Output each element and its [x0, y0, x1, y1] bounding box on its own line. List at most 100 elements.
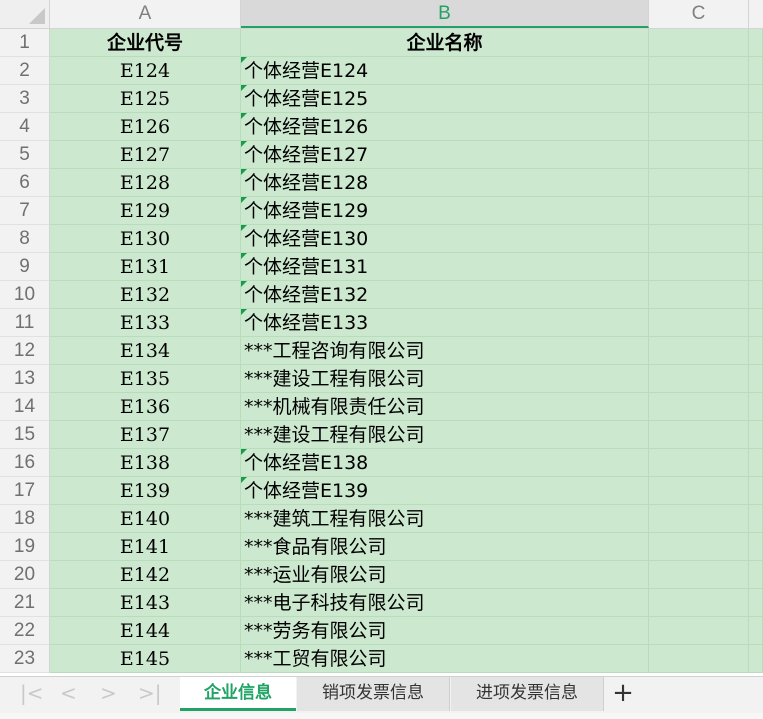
cell-empty[interactable] [749, 309, 763, 337]
cell-company-name[interactable]: 个体经营E130 [241, 225, 649, 253]
cell-empty[interactable] [649, 309, 749, 337]
cell-header-company-name[interactable]: 企业名称 [241, 29, 649, 57]
cell-company-code[interactable]: E145 [50, 645, 241, 673]
row-header[interactable]: 11 [0, 309, 50, 337]
cell-empty[interactable] [649, 57, 749, 85]
cell-company-name[interactable]: ***机械有限责任公司 [241, 393, 649, 421]
cell-company-code[interactable]: E131 [50, 253, 241, 281]
cell-company-name[interactable]: 个体经营E132 [241, 281, 649, 309]
cell-empty[interactable] [649, 449, 749, 477]
cell-empty[interactable] [749, 617, 763, 645]
cell-company-name[interactable]: ***劳务有限公司 [241, 617, 649, 645]
row-header[interactable]: 6 [0, 169, 50, 197]
cell-empty[interactable] [649, 141, 749, 169]
row-header[interactable]: 1 [0, 29, 50, 57]
cell-company-name[interactable]: ***运业有限公司 [241, 561, 649, 589]
row-header[interactable]: 21 [0, 589, 50, 617]
cell-company-code[interactable]: E141 [50, 533, 241, 561]
cell-company-code[interactable]: E136 [50, 393, 241, 421]
column-header-c[interactable]: C [649, 0, 749, 28]
cell-company-code[interactable]: E138 [50, 449, 241, 477]
row-header[interactable]: 5 [0, 141, 50, 169]
cell-empty[interactable] [649, 505, 749, 533]
row-header[interactable]: 22 [0, 617, 50, 645]
cell-empty[interactable] [749, 253, 763, 281]
cell-company-code[interactable]: E139 [50, 477, 241, 505]
cell-company-code[interactable]: E130 [50, 225, 241, 253]
row-header[interactable]: 14 [0, 393, 50, 421]
cell-company-code[interactable]: E126 [50, 113, 241, 141]
row-header[interactable]: 7 [0, 197, 50, 225]
cell-company-name[interactable]: 个体经营E125 [241, 85, 649, 113]
cell-company-name[interactable]: 个体经营E133 [241, 309, 649, 337]
row-header[interactable]: 18 [0, 505, 50, 533]
cell-empty[interactable] [749, 365, 763, 393]
cell-empty[interactable] [749, 589, 763, 617]
row-header[interactable]: 8 [0, 225, 50, 253]
next-sheet-icon[interactable]: > [100, 677, 117, 711]
cell-company-name[interactable]: ***建筑工程有限公司 [241, 505, 649, 533]
cell-empty[interactable] [749, 421, 763, 449]
row-header[interactable]: 2 [0, 57, 50, 85]
cell-empty[interactable] [649, 617, 749, 645]
cell-company-code[interactable]: E125 [50, 85, 241, 113]
cell-company-name[interactable]: ***电子科技有限公司 [241, 589, 649, 617]
cell-empty[interactable] [749, 533, 763, 561]
cell-empty[interactable] [749, 113, 763, 141]
cell-company-name[interactable]: ***建设工程有限公司 [241, 365, 649, 393]
sheet-tab-purchase-invoices[interactable]: 进项发票信息 [451, 677, 604, 711]
column-header-b[interactable]: B [241, 0, 649, 28]
cell-company-name[interactable]: ***工贸有限公司 [241, 645, 649, 673]
cell-company-name[interactable]: 个体经营E129 [241, 197, 649, 225]
cell-empty[interactable] [649, 421, 749, 449]
cell-empty[interactable] [649, 253, 749, 281]
cell-company-name[interactable]: 个体经营E128 [241, 169, 649, 197]
cell-empty[interactable] [649, 589, 749, 617]
cell-company-code[interactable]: E143 [50, 589, 241, 617]
cell-empty[interactable] [749, 505, 763, 533]
cell-empty[interactable] [749, 645, 763, 673]
column-header-d[interactable] [749, 0, 763, 28]
column-header-a[interactable]: A [50, 0, 241, 28]
cell-company-code[interactable]: E135 [50, 365, 241, 393]
cell-empty[interactable] [649, 225, 749, 253]
cell-company-code[interactable]: E124 [50, 57, 241, 85]
cell-company-name[interactable]: 个体经营E124 [241, 57, 649, 85]
cell-empty[interactable] [649, 365, 749, 393]
cell-company-code[interactable]: E140 [50, 505, 241, 533]
cell-empty[interactable] [749, 477, 763, 505]
cell-company-code[interactable]: E133 [50, 309, 241, 337]
cell-company-code[interactable]: E132 [50, 281, 241, 309]
row-header[interactable]: 15 [0, 421, 50, 449]
cell-empty[interactable] [649, 645, 749, 673]
cell-empty[interactable] [749, 29, 763, 57]
row-header[interactable]: 19 [0, 533, 50, 561]
first-sheet-icon[interactable]: |< [20, 677, 44, 711]
cell-empty[interactable] [649, 197, 749, 225]
row-header[interactable]: 20 [0, 561, 50, 589]
cell-company-code[interactable]: E134 [50, 337, 241, 365]
last-sheet-icon[interactable]: >| [138, 677, 162, 711]
cell-empty[interactable] [749, 337, 763, 365]
horizontal-scrollbar[interactable] [0, 713, 763, 719]
cell-company-name[interactable]: ***工程咨询有限公司 [241, 337, 649, 365]
cell-company-code[interactable]: E128 [50, 169, 241, 197]
prev-sheet-icon[interactable]: < [60, 677, 77, 711]
sheet-tab-company-info[interactable]: 企业信息 [180, 677, 296, 711]
row-header[interactable]: 10 [0, 281, 50, 309]
cell-company-name[interactable]: ***食品有限公司 [241, 533, 649, 561]
cell-empty[interactable] [649, 533, 749, 561]
cell-company-name[interactable]: 个体经营E139 [241, 477, 649, 505]
row-header[interactable]: 12 [0, 337, 50, 365]
cell-empty[interactable] [749, 57, 763, 85]
cell-empty[interactable] [649, 477, 749, 505]
cell-empty[interactable] [749, 169, 763, 197]
cell-company-code[interactable]: E144 [50, 617, 241, 645]
cell-empty[interactable] [649, 113, 749, 141]
cell-company-name[interactable]: 个体经营E131 [241, 253, 649, 281]
row-header[interactable]: 16 [0, 449, 50, 477]
cell-empty[interactable] [649, 337, 749, 365]
row-header[interactable]: 9 [0, 253, 50, 281]
cell-company-code[interactable]: E127 [50, 141, 241, 169]
cell-empty[interactable] [749, 85, 763, 113]
